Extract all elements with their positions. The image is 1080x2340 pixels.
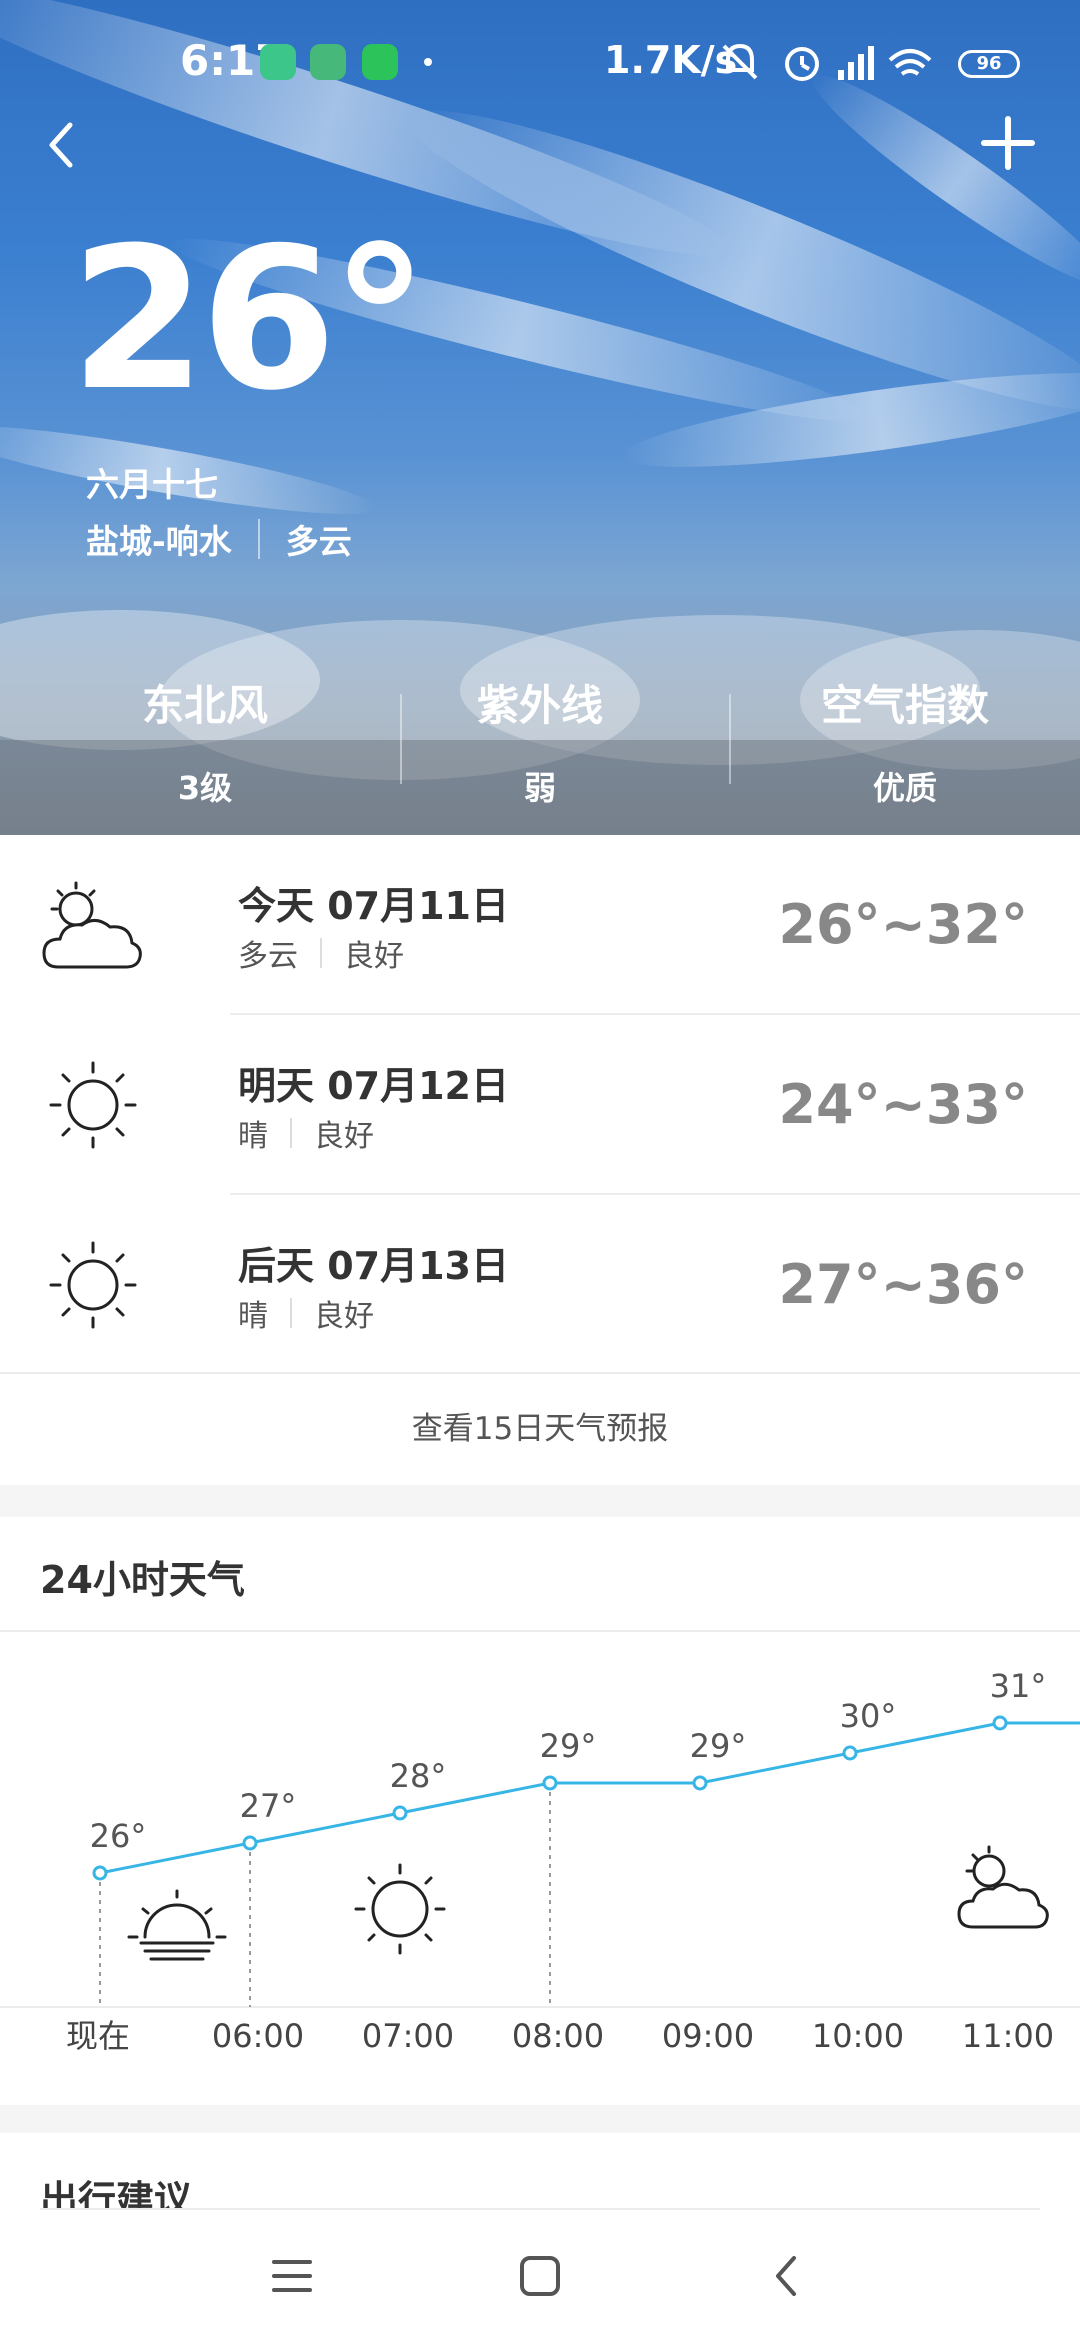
forecast-row-day-after[interactable]: 后天 07月13日 晴 良好 27°~36° <box>0 1195 1080 1373</box>
sun-icon <box>49 1241 137 1329</box>
chart-point <box>842 1745 858 1761</box>
home-button[interactable] <box>508 2244 572 2308</box>
app-notification-icon <box>260 44 296 80</box>
forecast-row-tomorrow[interactable]: 明天 07月12日 晴 良好 24°~33° <box>0 1015 1080 1193</box>
forecast-condition: 晴 <box>238 1299 268 1334</box>
chart-tick-label: 07:00 <box>362 2017 454 2055</box>
sun-icon <box>49 1061 137 1149</box>
sunrise-icon <box>127 1889 227 1961</box>
sub-divider <box>320 938 322 968</box>
forecast-temp-range: 26°~32° <box>778 893 1028 956</box>
chart-guides <box>99 1783 551 2007</box>
metric-label: 东北风 <box>141 681 268 730</box>
forecast-day-sub: 晴 良好 <box>238 1291 374 1335</box>
metric-label: 紫外线 <box>476 681 603 730</box>
chart-point <box>992 1715 1008 1731</box>
metric-divider <box>729 694 731 784</box>
lunar-date: 六月十七 <box>86 465 218 504</box>
system-navigation-bar <box>0 2210 1080 2340</box>
status-icons <box>722 43 932 81</box>
chart-tick-label: 11:00 <box>962 2017 1054 2055</box>
metric-value: 优质 <box>872 769 937 807</box>
forecast-temp-range: 24°~33° <box>778 1073 1028 1136</box>
app-notification-icon <box>310 44 346 80</box>
forecast-day-sub: 多云 良好 <box>238 931 404 975</box>
sun-icon <box>354 1863 446 1955</box>
network-speed: 1.7K/s <box>604 38 738 82</box>
chart-value-label: 30° <box>840 1697 897 1735</box>
chart-tick-label: 06:00 <box>212 2017 304 2055</box>
back-button[interactable] <box>40 115 84 175</box>
forecast-temp-range: 27°~36° <box>778 1253 1028 1316</box>
hourly-temperature-chart[interactable]: 26° 27° 28° 29° 29° 30° 31° 现在 06:00 07:00 08:00 0… <box>0 1517 1080 2105</box>
weather-app: 6:17 1.7K/s 96 26° 六月十七 盐城-响水 多云 东北风 3级 … <box>0 0 1080 2340</box>
forecast-day-title: 后天 07月13日 <box>238 1244 509 1288</box>
mute-icon <box>722 43 758 80</box>
chart-point <box>542 1775 558 1791</box>
forecast-air-quality: 良好 <box>344 939 404 974</box>
forecast-air-quality: 良好 <box>314 1299 374 1334</box>
more-notifications-dot <box>424 58 432 66</box>
system-back-button[interactable] <box>756 2244 820 2308</box>
signal-icon <box>838 46 874 80</box>
chart-point <box>242 1835 258 1851</box>
current-condition: 多云 <box>285 522 352 561</box>
hourly-weather-card: 24小时天气 26° 27° 28° 29° 29° 30° 31° 现在 06:00 07:0… <box>0 1517 1080 2105</box>
chart-value-label: 29° <box>690 1727 747 1765</box>
chart-point <box>692 1775 708 1791</box>
weather-metrics: 东北风 3级 紫外线 弱 空气指数 优质 <box>0 672 1080 807</box>
chart-point <box>92 1865 108 1881</box>
chart-tick-label: 09:00 <box>662 2017 754 2055</box>
forecast-day-title: 明天 07月12日 <box>238 1064 509 1108</box>
partly-cloudy-icon <box>42 881 142 969</box>
chart-tick-label: 08:00 <box>512 2017 604 2055</box>
forecast-air-quality: 良好 <box>314 1119 374 1154</box>
wifi-icon <box>888 49 932 76</box>
forecast-day-sub: 晴 良好 <box>238 1111 374 1155</box>
chart-point <box>392 1805 408 1821</box>
alarm-icon <box>785 47 819 81</box>
metric-wind[interactable]: 东北风 3级 <box>55 672 355 809</box>
location-divider <box>257 519 260 559</box>
chart-value-label: 26° <box>90 1817 147 1855</box>
location-name: 盐城-响水 <box>86 522 232 561</box>
battery-indicator: 96 <box>958 50 1020 78</box>
chart-value-label: 29° <box>540 1727 597 1765</box>
metric-value: 弱 <box>523 769 556 807</box>
view-15-day-forecast-link[interactable]: 查看15日天气预报 <box>0 1372 1080 1485</box>
forecast-condition: 多云 <box>238 939 298 974</box>
metric-label: 空气指数 <box>820 681 989 730</box>
forecast-condition: 晴 <box>238 1119 268 1154</box>
three-day-forecast: 今天 07月11日 多云 良好 26°~32° 明天 07月12日 晴 良好 2… <box>0 835 1080 1485</box>
location-row: 盐城-响水 多云 <box>86 515 352 563</box>
add-city-button[interactable] <box>980 115 1036 171</box>
metric-value: 3级 <box>177 769 233 807</box>
chart-value-label: 28° <box>390 1757 447 1795</box>
chart-value-label: 31° <box>990 1667 1047 1705</box>
sub-divider <box>290 1298 292 1328</box>
chart-tick-labels: 现在 06:00 07:00 08:00 09:00 10:00 11:00 <box>66 2017 1054 2055</box>
chart-tick-label: 10:00 <box>812 2017 904 2055</box>
metric-uv[interactable]: 紫外线 弱 <box>390 672 690 809</box>
recent-apps-button[interactable] <box>260 2244 324 2308</box>
chart-value-label: 27° <box>240 1787 297 1825</box>
sub-divider <box>290 1118 292 1148</box>
forecast-row-today[interactable]: 今天 07月11日 多云 良好 26°~32° <box>0 835 1080 1013</box>
wechat-icon <box>362 44 398 80</box>
partly-cloudy-icon <box>957 1845 1049 1929</box>
current-temperature: 26° <box>70 206 429 434</box>
chart-tick-label: 现在 <box>66 2017 130 2055</box>
weather-hero: 6:17 1.7K/s 96 26° 六月十七 盐城-响水 多云 东北风 3级 … <box>0 0 1080 835</box>
forecast-day-title: 今天 07月11日 <box>238 884 509 928</box>
status-bar: 6:17 1.7K/s 96 <box>0 30 1080 94</box>
metric-air-quality[interactable]: 空气指数 优质 <box>755 672 1055 809</box>
chart-value-labels: 26° 27° 28° 29° 29° 30° 31° <box>90 1667 1047 1855</box>
